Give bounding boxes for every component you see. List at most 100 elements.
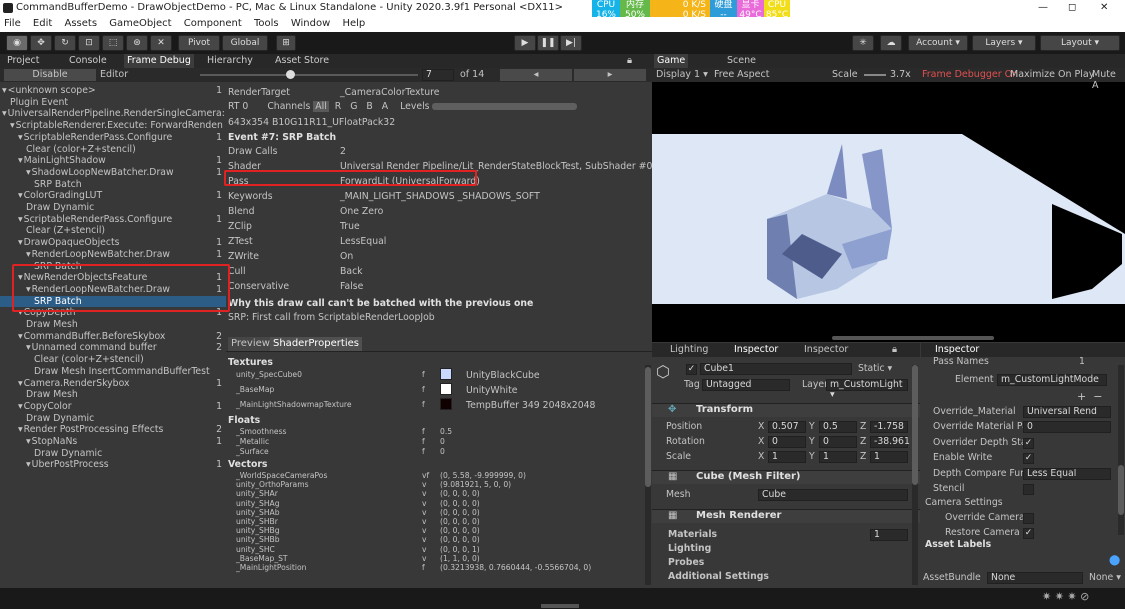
tree-row[interactable]: Clear (Z+stencil) [0,225,226,236]
tree-row[interactable]: ▾Unnamed command buffer 2 [0,342,226,353]
expand-arrow-icon[interactable]: ▾ [18,331,23,342]
display-dropdown[interactable]: Display 1 ▾ [656,69,708,80]
scale-slider[interactable] [864,74,886,76]
rect-tool-button[interactable]: ⬚ [102,35,124,51]
expand-arrow-icon[interactable]: ▾ [18,155,23,166]
expand-arrow-icon[interactable]: ▾ [18,401,23,412]
mesh-filter-header[interactable]: ▦ Cube (Mesh Filter) [652,470,920,484]
frame-debugger-on-label[interactable]: Frame Debugger On [922,69,1018,80]
status-icons[interactable]: ✷ ✷ ✷ ⊘ [1042,590,1089,603]
layout-dropdown[interactable]: Layout ▾ [1040,35,1120,51]
expand-arrow-icon[interactable]: ▾ [26,342,31,353]
expand-arrow-icon[interactable]: ▾ [18,424,23,435]
tree-row[interactable]: Draw Dynamic [0,413,226,424]
tree-row[interactable]: ▾RenderLoopNewBatcher.Draw 1 [0,249,226,260]
menu-help[interactable]: Help [342,18,365,29]
levels-slider[interactable] [432,103,578,110]
transform-scl-z-field[interactable]: 1 [870,451,908,463]
menu-file[interactable]: File [4,18,21,29]
menu-tools[interactable]: Tools [254,18,279,29]
scale-tool-button[interactable]: ⊡ [78,35,100,51]
rotate-tool-button[interactable]: ↻ [54,35,76,51]
transform-pos-y-field[interactable]: 0.5 [819,421,857,433]
materials-foldout[interactable]: Materials [668,529,717,541]
asset-bundle-variant-dropdown[interactable]: None ▾ [1089,572,1121,584]
transform-rot-y-field[interactable]: 0 [819,436,857,448]
menu-gameobject[interactable]: GameObject [109,18,171,29]
grid-snap-button[interactable]: ⊞ [276,35,296,51]
transform-rot-x-field[interactable]: 0 [768,436,806,448]
next-frame-button[interactable]: ▸ [574,69,646,81]
expand-arrow-icon[interactable]: ▾ [26,167,31,178]
static-dropdown[interactable]: Static ▾ [858,363,892,375]
tree-row[interactable]: ▾MainLightShadow 1 [0,155,226,166]
object-name-field[interactable]: Cube1 [700,363,852,375]
channel-g-button[interactable]: G [347,101,360,112]
setting-field[interactable]: Less Equal [1023,467,1111,480]
rt-dropdown[interactable]: RT 0 [228,101,248,112]
channel-all-button[interactable]: All [313,101,329,112]
expand-arrow-icon[interactable]: ▾ [26,459,31,470]
play-button[interactable]: ▶ [514,35,536,51]
tree-row[interactable]: Draw Dynamic [0,448,226,459]
tab-game[interactable]: Game [654,54,689,68]
channel-a-button[interactable]: A [379,101,391,112]
channel-r-button[interactable]: R [332,101,344,112]
tab-frame-debug[interactable]: Frame Debug [124,54,194,68]
tab-preview[interactable]: Preview [228,337,273,351]
close-button[interactable]: ✕ [1100,2,1108,13]
maximize-button[interactable]: ◻ [1068,2,1076,13]
detail-scrollbar[interactable] [645,365,651,585]
tab-asset-store[interactable]: Asset Store [272,54,332,68]
setting-checkbox[interactable]: ✓ [1023,437,1034,449]
tab-hierarchy[interactable]: Hierarchy [204,54,256,68]
custom-tool-button[interactable]: ✕ [150,35,172,51]
menu-window[interactable]: Window [291,18,330,29]
expand-arrow-icon[interactable]: ▾ [18,132,23,143]
tree-row[interactable]: ▾Render PostProcessing Effects 2 [0,424,226,435]
transform-tool-button[interactable]: ⊛ [126,35,148,51]
setting-checkbox[interactable]: ✓ [1023,453,1034,465]
tree-row[interactable]: Clear (color+Z+stencil) [0,354,226,365]
pause-button[interactable]: ❚❚ [537,35,559,51]
menu-edit[interactable]: Edit [33,18,52,29]
tree-row[interactable]: ▾UniversalRenderPipeline.RenderSingleCam… [0,108,226,119]
maximize-on-play-toggle[interactable]: Maximize On Play [1010,69,1094,80]
expand-arrow-icon[interactable]: ▾ [18,190,23,201]
pivot-button[interactable]: Pivot [178,35,220,51]
tab-inspector-3[interactable]: Inspector [935,343,979,357]
asset-bundle-dropdown[interactable]: None [987,572,1083,584]
collab-icon[interactable]: ✳ [852,35,874,51]
disable-button[interactable]: Disable [4,69,96,81]
expand-arrow-icon[interactable]: ▾ [18,378,23,389]
tab-lighting[interactable]: Lighting [670,343,708,357]
tree-row[interactable]: Draw Mesh [0,389,226,400]
override-camera-checkbox[interactable] [1023,513,1034,524]
editor-dropdown[interactable]: Editor [100,69,200,81]
transform-rot-z-field[interactable]: -38.961 [870,436,910,448]
prev-frame-button[interactable]: ◂ [500,69,572,81]
account-dropdown[interactable]: Account ▾ [908,35,968,51]
tree-row[interactable]: ▾ScriptableRenderer.Execute: ForwardRend… [0,120,226,131]
inspector-scrollbar[interactable] [912,365,918,585]
menu-component[interactable]: Component [184,18,242,29]
tree-row[interactable]: Clear (color+Z+stencil) [0,144,226,155]
tree-row[interactable]: Draw Mesh [0,319,226,330]
expand-arrow-icon[interactable]: ▾ [10,120,15,131]
view-tool-button[interactable]: ◉ [6,35,28,51]
tree-row[interactable]: SRP Batch [0,179,226,190]
transform-pos-x-field[interactable]: 0.507 [768,421,806,433]
expand-arrow-icon[interactable]: ▾ [26,249,31,260]
aspect-dropdown[interactable]: Free Aspect [714,69,769,80]
tree-row[interactable]: ▾UberPostProcess 1 [0,459,226,470]
texture-thumbnail[interactable] [440,383,452,395]
transform-scl-x-field[interactable]: 1 [768,451,806,463]
asset-label-tag-icon[interactable]: ⬤ [1109,555,1120,566]
setting-checkbox[interactable] [1023,484,1034,495]
lighting-foldout[interactable]: Lighting [668,543,711,555]
tree-row[interactable]: ▾DrawOpaqueObjects 1 [0,237,226,248]
cloud-icon[interactable]: ☁ [880,35,902,51]
tree-row[interactable]: ▾ColorGradingLUT 1 [0,190,226,201]
tree-row[interactable]: ▾ScriptableRenderPass.Configure 1 [0,214,226,225]
move-tool-button[interactable]: ✥ [30,35,52,51]
